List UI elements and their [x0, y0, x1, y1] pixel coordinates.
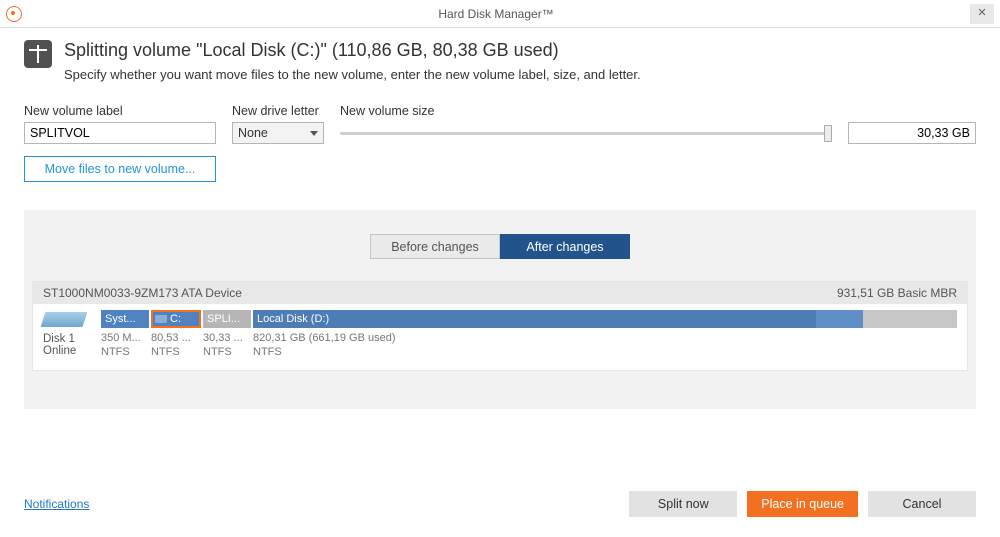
volume-size-input[interactable] [848, 122, 976, 144]
cancel-button[interactable]: Cancel [868, 491, 976, 517]
volume-label-caption: New volume label [24, 104, 216, 118]
volume-icon [155, 315, 167, 323]
partition-splitvol[interactable]: SPLI... 30,33 ... NTFS [203, 310, 251, 360]
app-icon [6, 6, 22, 22]
drive-letter-caption: New drive letter [232, 104, 324, 118]
partition-c[interactable]: C: 80,53 ... NTFS [151, 310, 201, 360]
disk-status: Online [43, 345, 99, 357]
notifications-link[interactable]: Notifications [24, 497, 89, 511]
place-in-queue-button[interactable]: Place in queue [747, 491, 858, 517]
split-now-button[interactable]: Split now [629, 491, 737, 517]
disk-summary: 931,51 GB Basic MBR [837, 286, 957, 300]
disk-info: Disk 1 Online [43, 310, 99, 357]
page-title: Splitting volume "Local Disk (C:)" (110,… [64, 40, 641, 61]
window-title: Hard Disk Manager™ [22, 7, 970, 21]
drive-letter-value: None [238, 126, 268, 140]
partition-system[interactable]: Syst... 350 M... NTFS [101, 310, 149, 360]
tab-after-changes[interactable]: After changes [500, 234, 630, 259]
volume-size-slider[interactable] [340, 132, 832, 135]
page-subtitle: Specify whether you want move files to t… [64, 67, 641, 82]
split-volume-icon [24, 40, 52, 68]
close-button[interactable]: × [970, 4, 994, 24]
disk-name: Disk 1 [43, 333, 99, 345]
volume-size-caption: New volume size [340, 104, 832, 118]
tab-before-changes[interactable]: Before changes [370, 234, 500, 259]
disk-preview-panel: Before changes After changes ST1000NM003… [24, 210, 976, 409]
move-files-button[interactable]: Move files to new volume... [24, 156, 216, 182]
disk-device-name: ST1000NM0033-9ZM173 ATA Device [43, 286, 242, 300]
slider-thumb[interactable] [824, 125, 832, 142]
partition-d[interactable]: Local Disk (D:) 820,31 GB (661,19 GB use… [253, 310, 957, 360]
disk-icon [41, 312, 88, 327]
title-bar: Hard Disk Manager™ × [0, 0, 1000, 28]
chevron-down-icon [310, 131, 318, 136]
volume-label-input[interactable] [24, 122, 216, 144]
drive-letter-select[interactable]: None [232, 122, 324, 144]
